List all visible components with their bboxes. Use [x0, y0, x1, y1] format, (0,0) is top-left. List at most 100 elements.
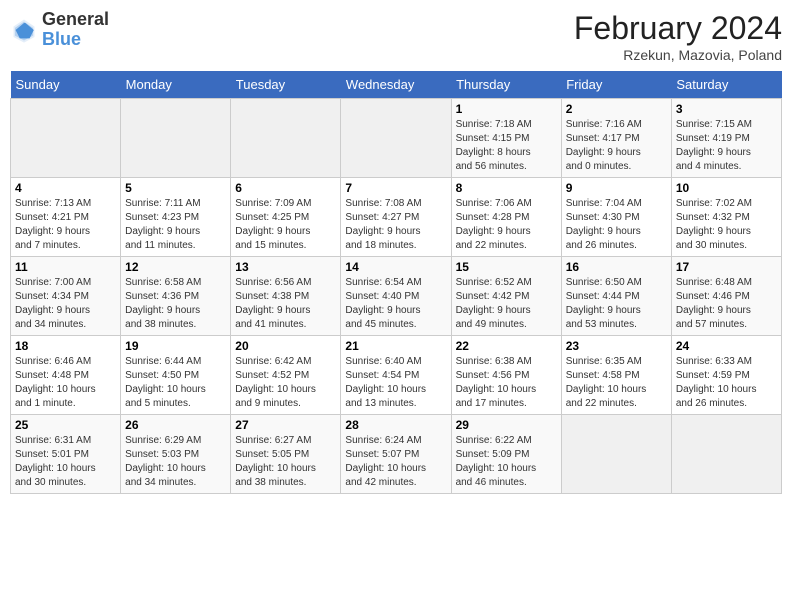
calendar-cell — [231, 99, 341, 178]
weekday-header-friday: Friday — [561, 71, 671, 99]
day-info: Sunrise: 7:09 AM Sunset: 4:25 PM Dayligh… — [235, 197, 336, 253]
calendar-cell: 21 Sunrise: 6:40 AM Sunset: 4:54 PM Dayli… — [341, 336, 451, 415]
calendar-cell: 8 Sunrise: 7:06 AM Sunset: 4:28 PM Daylig… — [451, 178, 561, 257]
calendar-cell: 6 Sunrise: 7:09 AM Sunset: 4:25 PM Daylig… — [231, 178, 341, 257]
day-info: Sunrise: 7:18 AM Sunset: 4:15 PM Dayligh… — [456, 118, 557, 174]
calendar-cell: 24 Sunrise: 6:33 AM Sunset: 4:59 PM Dayli… — [671, 336, 781, 415]
day-number: 19 — [125, 339, 226, 353]
calendar-cell: 18 Sunrise: 6:46 AM Sunset: 4:48 PM Dayli… — [11, 336, 121, 415]
day-number: 10 — [676, 181, 777, 195]
calendar-cell: 12 Sunrise: 6:58 AM Sunset: 4:36 PM Dayli… — [121, 257, 231, 336]
day-info: Sunrise: 6:46 AM Sunset: 4:48 PM Dayligh… — [15, 355, 116, 411]
day-number: 4 — [15, 181, 116, 195]
day-number: 23 — [566, 339, 667, 353]
calendar-week-row: 4 Sunrise: 7:13 AM Sunset: 4:21 PM Daylig… — [11, 178, 782, 257]
calendar-cell: 4 Sunrise: 7:13 AM Sunset: 4:21 PM Daylig… — [11, 178, 121, 257]
day-info: Sunrise: 6:50 AM Sunset: 4:44 PM Dayligh… — [566, 276, 667, 332]
day-number: 21 — [345, 339, 446, 353]
day-info: Sunrise: 7:16 AM Sunset: 4:17 PM Dayligh… — [566, 118, 667, 174]
day-info: Sunrise: 7:13 AM Sunset: 4:21 PM Dayligh… — [15, 197, 116, 253]
weekday-header-thursday: Thursday — [451, 71, 561, 99]
day-info: Sunrise: 6:42 AM Sunset: 4:52 PM Dayligh… — [235, 355, 336, 411]
day-number: 11 — [15, 260, 116, 274]
location: Rzekun, Mazovia, Poland — [574, 47, 782, 63]
day-info: Sunrise: 6:58 AM Sunset: 4:36 PM Dayligh… — [125, 276, 226, 332]
day-number: 20 — [235, 339, 336, 353]
day-number: 14 — [345, 260, 446, 274]
day-info: Sunrise: 6:38 AM Sunset: 4:56 PM Dayligh… — [456, 355, 557, 411]
calendar-cell: 28 Sunrise: 6:24 AM Sunset: 5:07 PM Dayli… — [341, 415, 451, 494]
weekday-header-tuesday: Tuesday — [231, 71, 341, 99]
weekday-header-saturday: Saturday — [671, 71, 781, 99]
calendar-cell: 7 Sunrise: 7:08 AM Sunset: 4:27 PM Daylig… — [341, 178, 451, 257]
calendar-cell — [341, 99, 451, 178]
calendar-cell: 13 Sunrise: 6:56 AM Sunset: 4:38 PM Dayli… — [231, 257, 341, 336]
calendar-cell: 29Sunrise: 6:22 AM Sunset: 5:09 PM Dayli… — [451, 415, 561, 494]
calendar-cell: 20 Sunrise: 6:42 AM Sunset: 4:52 PM Dayli… — [231, 336, 341, 415]
day-number: 1 — [456, 102, 557, 116]
day-number: 12 — [125, 260, 226, 274]
day-info: Sunrise: 7:00 AM Sunset: 4:34 PM Dayligh… — [15, 276, 116, 332]
weekday-header-sunday: Sunday — [11, 71, 121, 99]
day-number: 5 — [125, 181, 226, 195]
day-info: Sunrise: 6:48 AM Sunset: 4:46 PM Dayligh… — [676, 276, 777, 332]
title-block: February 2024 Rzekun, Mazovia, Poland — [574, 10, 782, 63]
calendar-cell: 16 Sunrise: 6:50 AM Sunset: 4:44 PM Dayli… — [561, 257, 671, 336]
day-info: Sunrise: 6:31 AM Sunset: 5:01 PM Dayligh… — [15, 434, 116, 490]
day-number: 16 — [566, 260, 667, 274]
day-number: 2 — [566, 102, 667, 116]
weekday-header-row: SundayMondayTuesdayWednesdayThursdayFrid… — [11, 71, 782, 99]
day-info: Sunrise: 6:24 AM Sunset: 5:07 PM Dayligh… — [345, 434, 446, 490]
calendar-table: SundayMondayTuesdayWednesdayThursdayFrid… — [10, 71, 782, 494]
day-number: 8 — [456, 181, 557, 195]
day-info: Sunrise: 6:44 AM Sunset: 4:50 PM Dayligh… — [125, 355, 226, 411]
calendar-cell — [671, 415, 781, 494]
day-info: Sunrise: 6:22 AM Sunset: 5:09 PM Dayligh… — [456, 434, 557, 490]
calendar-cell: 19 Sunrise: 6:44 AM Sunset: 4:50 PM Dayli… — [121, 336, 231, 415]
calendar-cell — [11, 99, 121, 178]
calendar-cell — [121, 99, 231, 178]
day-info: Sunrise: 7:06 AM Sunset: 4:28 PM Dayligh… — [456, 197, 557, 253]
calendar-cell: 26 Sunrise: 6:29 AM Sunset: 5:03 PM Dayli… — [121, 415, 231, 494]
calendar-week-row: 18 Sunrise: 6:46 AM Sunset: 4:48 PM Dayli… — [11, 336, 782, 415]
day-number: 22 — [456, 339, 557, 353]
calendar-cell: 11 Sunrise: 7:00 AM Sunset: 4:34 PM Dayli… — [11, 257, 121, 336]
calendar-cell: 27Sunrise: 6:27 AM Sunset: 5:05 PM Dayli… — [231, 415, 341, 494]
day-info: Sunrise: 7:08 AM Sunset: 4:27 PM Dayligh… — [345, 197, 446, 253]
day-info: Sunrise: 6:52 AM Sunset: 4:42 PM Dayligh… — [456, 276, 557, 332]
calendar-cell: 23 Sunrise: 6:35 AM Sunset: 4:58 PM Dayli… — [561, 336, 671, 415]
day-info: Sunrise: 6:35 AM Sunset: 4:58 PM Dayligh… — [566, 355, 667, 411]
day-info: Sunrise: 6:29 AM Sunset: 5:03 PM Dayligh… — [125, 434, 226, 490]
day-info: Sunrise: 7:15 AM Sunset: 4:19 PM Dayligh… — [676, 118, 777, 174]
day-info: Sunrise: 6:56 AM Sunset: 4:38 PM Dayligh… — [235, 276, 336, 332]
day-number: 3 — [676, 102, 777, 116]
calendar-cell — [561, 415, 671, 494]
calendar-week-row: 25 Sunrise: 6:31 AM Sunset: 5:01 PM Dayli… — [11, 415, 782, 494]
calendar-cell: 14Sunrise: 6:54 AM Sunset: 4:40 PM Dayli… — [341, 257, 451, 336]
day-number: 9 — [566, 181, 667, 195]
day-number: 25 — [15, 418, 116, 432]
calendar-cell: 9Sunrise: 7:04 AM Sunset: 4:30 PM Daylig… — [561, 178, 671, 257]
day-number: 6 — [235, 181, 336, 195]
day-number: 15 — [456, 260, 557, 274]
day-number: 27 — [235, 418, 336, 432]
weekday-header-monday: Monday — [121, 71, 231, 99]
day-number: 24 — [676, 339, 777, 353]
weekday-header-wednesday: Wednesday — [341, 71, 451, 99]
day-number: 26 — [125, 418, 226, 432]
day-number: 28 — [345, 418, 446, 432]
day-number: 18 — [15, 339, 116, 353]
calendar-cell: 5Sunrise: 7:11 AM Sunset: 4:23 PM Daylig… — [121, 178, 231, 257]
logo: General Blue — [10, 10, 109, 50]
calendar-cell: 15 Sunrise: 6:52 AM Sunset: 4:42 PM Dayli… — [451, 257, 561, 336]
day-number: 13 — [235, 260, 336, 274]
logo-icon — [10, 16, 38, 44]
calendar-week-row: 1 Sunrise: 7:18 AM Sunset: 4:15 PM Daylig… — [11, 99, 782, 178]
day-number: 7 — [345, 181, 446, 195]
page-header: General Blue February 2024 Rzekun, Mazov… — [10, 10, 782, 63]
day-info: Sunrise: 6:40 AM Sunset: 4:54 PM Dayligh… — [345, 355, 446, 411]
day-info: Sunrise: 6:33 AM Sunset: 4:59 PM Dayligh… — [676, 355, 777, 411]
calendar-cell: 3 Sunrise: 7:15 AM Sunset: 4:19 PM Daylig… — [671, 99, 781, 178]
calendar-cell: 2 Sunrise: 7:16 AM Sunset: 4:17 PM Daylig… — [561, 99, 671, 178]
calendar-cell: 1 Sunrise: 7:18 AM Sunset: 4:15 PM Daylig… — [451, 99, 561, 178]
